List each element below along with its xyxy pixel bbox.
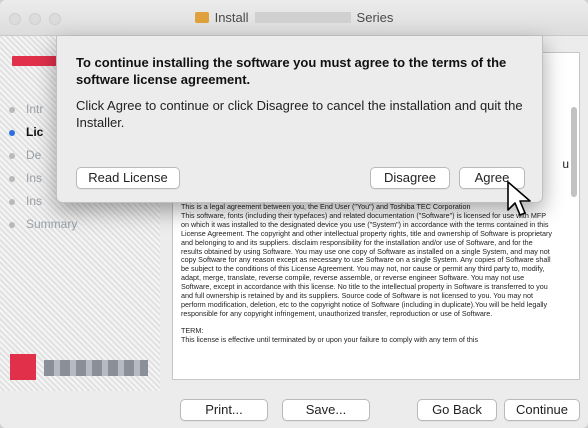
step-label: Ins — [26, 194, 43, 208]
sheet-message: Click Agree to continue or click Disagre… — [76, 98, 523, 130]
save-button[interactable]: Save... — [282, 399, 370, 421]
step-dot — [9, 176, 15, 182]
disagree-button[interactable]: Disagree — [370, 167, 450, 189]
installer-window: Install Series Intr Lic De Ins Ins Summar… — [0, 0, 588, 428]
step-label: Intr — [26, 102, 44, 116]
brand-logo-mark — [10, 354, 36, 380]
agree-sheet-dialog: To continue installing the software you … — [56, 36, 543, 203]
go-back-button[interactable]: Go Back — [417, 399, 497, 421]
title-suffix: Series — [356, 10, 394, 25]
brand-logo — [10, 354, 150, 380]
step-dot-active — [9, 130, 15, 136]
title-prefix: Install — [214, 10, 249, 25]
mouse-pointer-icon — [507, 181, 531, 216]
redacted-product-name — [254, 12, 351, 23]
sheet-heading: To continue installing the software you … — [76, 55, 507, 87]
print-button[interactable]: Print... — [180, 399, 268, 421]
license-scrollbar-thumb[interactable] — [571, 107, 577, 197]
step-label: Ins — [26, 171, 43, 185]
window-title: Install Series — [0, 10, 588, 25]
partially-hidden-text: u — [562, 157, 569, 171]
package-icon — [194, 12, 209, 23]
step-dot — [9, 153, 15, 159]
step-dot — [9, 107, 15, 113]
step-label: Lic — [26, 125, 44, 139]
brand-logo-strip — [12, 56, 58, 66]
license-paragraph: This software, fonts (including their ty… — [181, 210, 553, 318]
step-summary: Summary — [6, 213, 156, 236]
step-dot — [9, 199, 15, 205]
step-label: De — [26, 148, 42, 162]
bottom-button-bar: Print... Save... Go Back Continue — [0, 391, 588, 428]
brand-logo-wordmark — [44, 360, 148, 376]
license-term-text: This license is effective until terminat… — [181, 334, 479, 344]
title-bar: Install Series — [0, 0, 588, 36]
license-text: This is a legal agreement between you, t… — [181, 203, 553, 353]
read-license-button[interactable]: Read License — [76, 167, 180, 189]
step-label: Summary — [26, 217, 78, 231]
continue-button[interactable]: Continue — [504, 399, 580, 421]
step-dot — [9, 222, 15, 228]
